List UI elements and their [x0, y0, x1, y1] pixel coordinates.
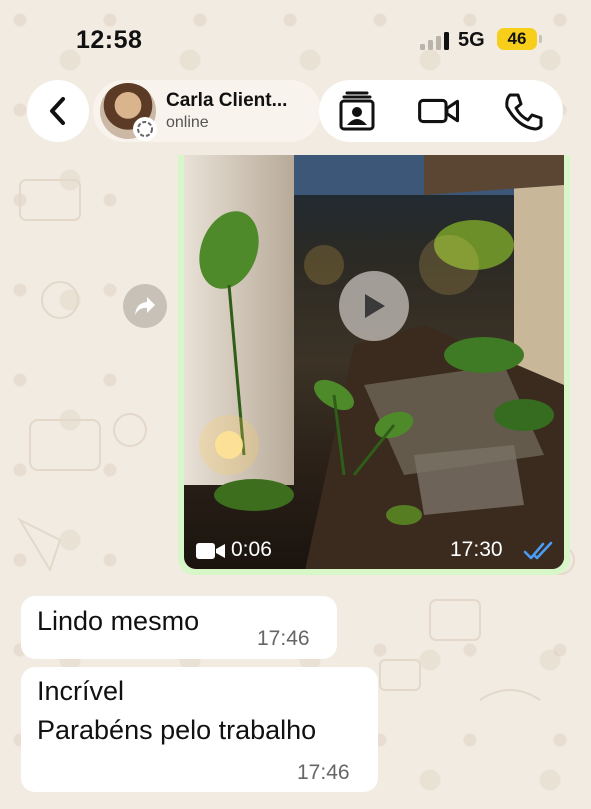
contact-card-icon[interactable] [335, 91, 379, 131]
play-icon [365, 294, 385, 318]
message-text: Parabéns pelo trabalho [37, 715, 317, 745]
contact-name[interactable]: Carla Client... [166, 90, 287, 112]
video-duration: 0:06 [231, 538, 272, 561]
status-update-icon [133, 117, 157, 141]
forward-button[interactable] [123, 284, 167, 328]
message-time: 17:46 [257, 627, 310, 650]
contact-status: online [166, 114, 209, 131]
video-camera-icon [195, 542, 227, 565]
message-time: 17:46 [297, 761, 350, 784]
forward-arrow-icon [135, 297, 155, 315]
play-button[interactable] [339, 271, 409, 341]
incoming-message-bubble[interactable]: Incrível Parabéns pelo trabalho 17:46 [21, 667, 378, 792]
call-actions [319, 80, 563, 142]
battery-level: 46 [507, 29, 527, 48]
signal-strength-icon [420, 30, 450, 50]
status-bar: 12:58 5G 46 [0, 0, 591, 72]
video-thumbnail[interactable] [184, 155, 564, 569]
incoming-message-bubble[interactable]: Lindo mesmo 17:46 [21, 596, 337, 659]
message-text: Incrível [37, 676, 125, 706]
video-call-icon[interactable] [417, 92, 461, 130]
message-text: Lindo mesmo [37, 606, 200, 636]
read-receipt-icon [523, 540, 557, 567]
battery-nub [539, 35, 542, 43]
chevron-left-icon [50, 97, 65, 125]
network-type: 5G [458, 29, 485, 51]
status-time: 12:58 [76, 26, 143, 54]
battery-icon: 46 [497, 28, 537, 50]
video-timestamp: 17:30 [450, 538, 503, 561]
back-button[interactable] [27, 80, 89, 142]
garden-video-frame [184, 155, 564, 569]
phone-call-icon[interactable] [501, 92, 545, 131]
